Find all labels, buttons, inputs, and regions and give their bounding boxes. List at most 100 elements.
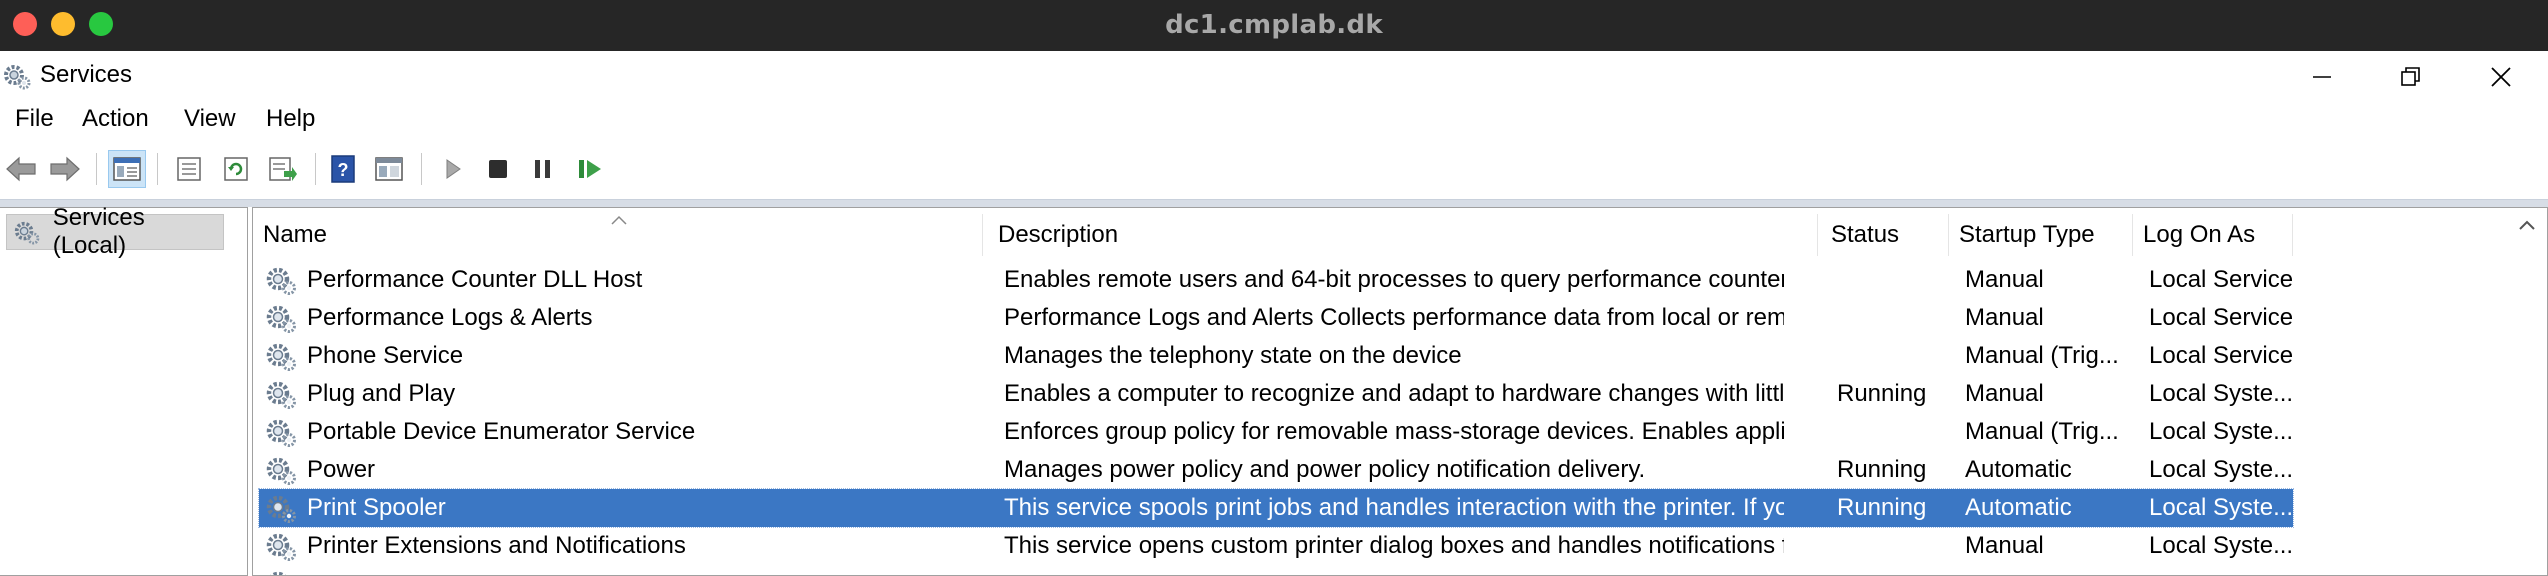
minimize-button[interactable] <box>2292 57 2352 97</box>
properties-button[interactable] <box>170 150 208 188</box>
mac-title-bar: dc1.cmplab.dk <box>0 0 2548 51</box>
restore-icon <box>2401 67 2420 86</box>
table-row[interactable]: Power Manages power policy and power poli… <box>259 451 2293 489</box>
column-header-status[interactable]: Status <box>1821 214 1949 256</box>
show-hide-console-tree-icon <box>113 157 141 181</box>
service-name <box>307 565 947 575</box>
table-row[interactable]: Performance Counter DLL Host Enables remo… <box>259 261 2293 299</box>
service-gear-icon <box>265 492 297 524</box>
gears-icon <box>4 65 31 90</box>
pane-separator <box>0 199 2548 207</box>
service-name: Printer Extensions and Notifications <box>307 532 686 559</box>
service-gear-icon <box>265 340 297 372</box>
view-icon <box>375 157 403 181</box>
service-status <box>1837 261 1952 299</box>
service-status <box>1837 337 1952 375</box>
help-button[interactable]: ? <box>324 150 362 188</box>
remote-host-title: dc1.cmplab.dk <box>1165 10 1383 40</box>
service-gear-icon <box>265 378 297 410</box>
menu-bar: File Action View Help <box>0 103 2548 137</box>
forward-arrow-icon <box>50 156 80 182</box>
service-log-on-as <box>2149 565 2293 575</box>
tree-item-services-local[interactable]: Services (Local) <box>6 204 224 259</box>
service-startup-type: Manual (Trig... <box>1965 418 2119 445</box>
table-row[interactable]: Print Spooler This service spools print j… <box>258 488 2294 528</box>
console-tree: Services (Local) <box>0 204 248 576</box>
service-startup-type: Manual <box>1965 266 2044 293</box>
stop-service-icon <box>489 160 507 178</box>
service-gear-icon <box>265 454 297 486</box>
service-gear-icon <box>265 264 297 296</box>
service-startup-type: Manual <box>1965 380 2044 407</box>
column-header-log-on-as[interactable]: Log On As <box>2133 214 2293 256</box>
toolbar: ? <box>0 145 2548 193</box>
menu-action[interactable]: Action <box>82 105 149 133</box>
service-log-on-as: Local Service <box>2149 266 2293 293</box>
start-service-button[interactable] <box>434 150 472 188</box>
service-log-on-as: Local Service <box>2149 342 2293 369</box>
services-list: Name Description Status Startup Type Log… <box>252 207 2548 576</box>
service-name: Performance Logs & Alerts <box>307 304 593 331</box>
table-row[interactable]: Performance Logs & Alerts Performance Log… <box>259 299 2293 337</box>
service-startup-type <box>1965 565 2140 575</box>
export-list-button[interactable] <box>264 150 302 188</box>
service-status <box>1837 565 1952 575</box>
service-name: Print Spooler <box>307 494 446 521</box>
menu-view[interactable]: View <box>184 105 236 133</box>
table-row[interactable]: Phone Service Manages the telephony state… <box>259 337 2293 375</box>
service-startup-type: Manual (Trig... <box>1965 342 2119 369</box>
column-header-name[interactable]: Name <box>253 214 983 256</box>
service-log-on-as: Local Syste... <box>2149 494 2293 521</box>
service-name: Power <box>307 456 376 483</box>
service-name: Phone Service <box>307 342 464 369</box>
close-icon <box>2491 67 2511 87</box>
refresh-icon <box>224 157 248 181</box>
service-name: Plug and Play <box>307 380 456 407</box>
back-button[interactable] <box>2 150 40 188</box>
service-description: Performance Logs and Alerts Collects per… <box>1004 304 1784 331</box>
refresh-button[interactable] <box>217 150 255 188</box>
service-description: Manages the telephony state on the devic… <box>1004 342 1462 369</box>
menu-help[interactable]: Help <box>266 105 315 133</box>
service-description: This service opens custom printer dialog… <box>1004 532 1784 559</box>
service-gear-icon <box>265 302 297 334</box>
column-header-description[interactable]: Description <box>988 214 1818 256</box>
window-title-bar: Services <box>0 51 2548 103</box>
pause-service-icon <box>535 160 550 178</box>
service-log-on-as: Local Syste... <box>2149 456 2293 483</box>
restart-service-button[interactable] <box>572 150 610 188</box>
gears-icon <box>14 221 40 245</box>
forward-button[interactable] <box>46 150 84 188</box>
service-name: Performance Counter DLL Host <box>307 266 643 293</box>
service-status: Running <box>1837 380 1927 407</box>
column-header-row: Name Description Status Startup Type Log… <box>253 214 2503 256</box>
table-row[interactable]: Plug and Play Enables a computer to recog… <box>259 375 2293 413</box>
service-startup-type: Manual <box>1965 304 2044 331</box>
service-gear-icon <box>265 530 297 562</box>
table-row[interactable]: Portable Device Enumerator Service Enforc… <box>259 413 2293 451</box>
restart-service-icon <box>579 160 601 178</box>
table-row[interactable] <box>259 565 2293 575</box>
service-description: Manages power policy and power policy no… <box>1004 456 1646 483</box>
scroll-up-arrow-icon[interactable] <box>2517 218 2537 232</box>
restore-button[interactable] <box>2381 57 2441 97</box>
back-arrow-icon <box>6 156 36 182</box>
menu-file[interactable]: File <box>15 105 54 133</box>
service-log-on-as: Local Syste... <box>2149 418 2293 445</box>
svg-text:?: ? <box>338 160 349 180</box>
show-hide-console-tree-button[interactable] <box>108 150 146 188</box>
start-service-icon <box>446 159 461 179</box>
service-gear-icon <box>265 568 297 575</box>
column-header-startup-type[interactable]: Startup Type <box>1949 214 2133 256</box>
service-name: Portable Device Enumerator Service <box>307 418 696 445</box>
minimize-icon <box>2313 76 2331 78</box>
service-status <box>1837 413 1952 451</box>
close-button[interactable] <box>2471 57 2531 97</box>
view-button[interactable] <box>370 150 408 188</box>
help-icon: ? <box>331 155 355 183</box>
service-startup-type: Manual <box>1965 532 2044 559</box>
stop-service-button[interactable] <box>479 150 517 188</box>
table-row[interactable]: Printer Extensions and Notifications This… <box>259 527 2293 565</box>
pause-service-button[interactable] <box>524 150 562 188</box>
service-status: Running <box>1837 456 1927 483</box>
